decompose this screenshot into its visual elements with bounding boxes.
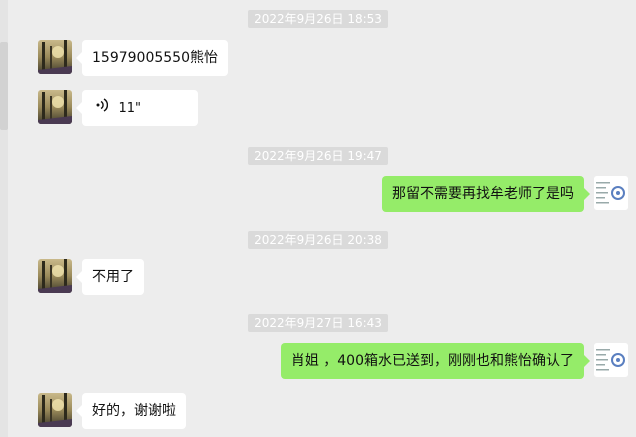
message-text: 15979005550熊怡 [92,50,218,66]
contact-avatar[interactable] [38,393,72,427]
contact-avatar[interactable] [38,40,72,74]
message-text: 那留不需要再找牟老师了是吗 [392,186,574,202]
contact-avatar[interactable] [38,259,72,293]
my-avatar[interactable] [594,343,628,377]
message-bubble-sent[interactable]: 肖姐 ，400箱水已送到，刚刚也和熊怡确认了 [280,343,591,379]
message-text: 不用了 [92,269,134,285]
message-bubble-received[interactable]: 好的，谢谢啦 [76,393,186,429]
timestamp: 2022年9月27日 16:43 [0,312,636,332]
timestamp-label: 2022年9月26日 19:47 [248,147,388,165]
timestamp: 2022年9月26日 20:38 [0,229,636,249]
scrollbar-thumb[interactable] [0,42,8,130]
timestamp-label: 2022年9月26日 18:53 [248,10,388,28]
voice-duration: 11" [118,101,141,116]
scrollbar-track[interactable] [0,0,8,437]
message-bubble-sent[interactable]: 那留不需要再找牟老师了是吗 [382,176,590,212]
chat-message-area: 2022年9月26日 18:53 15979005550熊怡 11" 2022年… [0,0,636,437]
timestamp: 2022年9月26日 18:53 [0,8,636,28]
voice-wave-icon [96,90,109,126]
timestamp-label: 2022年9月26日 20:38 [248,231,388,249]
my-avatar[interactable] [594,176,628,210]
timestamp-label: 2022年9月27日 16:43 [248,314,388,332]
message-text: 好的，谢谢啦 [92,403,176,419]
contact-avatar[interactable] [38,90,72,124]
message-bubble-received[interactable]: 15979005550熊怡 [76,40,228,76]
timestamp: 2022年9月26日 19:47 [0,145,636,165]
message-text: 肖姐 ，400箱水已送到，刚刚也和熊怡确认了 [290,353,574,369]
voice-message-bubble[interactable]: 11" [76,90,198,126]
message-bubble-received[interactable]: 不用了 [76,259,144,295]
